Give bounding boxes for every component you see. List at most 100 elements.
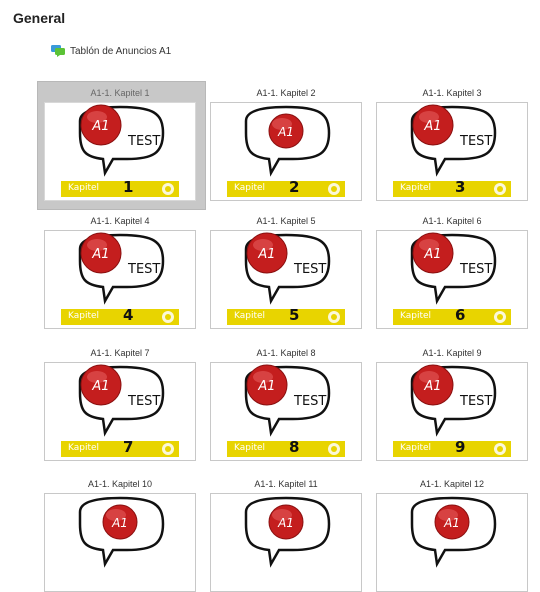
chapter-bar: Kapitel 8 (227, 438, 345, 457)
chapter-label: A1-1. Kapitel 7 (90, 348, 150, 358)
test-text: TEST (127, 262, 160, 277)
forum-label: Tablón de Anuncios A1 (70, 45, 172, 57)
badge-text: A1 (277, 516, 294, 530)
bar-text: Kapitel (400, 311, 432, 321)
chapter-number: 9 (455, 438, 466, 456)
badge-text: A1 (91, 119, 109, 134)
bar-text: Kapitel (234, 443, 266, 453)
forum-link[interactable]: Tablón de Anuncios A1 (51, 45, 171, 57)
speech-bubble-icon: A1 TEST (244, 364, 331, 437)
test-text: TEST (293, 262, 326, 277)
speech-bubble-icon: A1 TEST (78, 104, 165, 177)
badge-text: A1 (91, 379, 109, 394)
chapter-bar: Kapitel 2 (227, 178, 345, 197)
speech-bubble-icon: A1 (244, 496, 331, 568)
test-text: TEST (293, 394, 326, 409)
chapter-label: A1-1. Kapitel 9 (422, 348, 482, 358)
bar-button-icon (494, 183, 506, 195)
badge-text: A1 (423, 379, 441, 394)
badge-text: A1 (257, 379, 275, 394)
chapter-tile[interactable]: A1-1. Kapitel 4 A1 TEST Kapitel 4 (44, 215, 196, 329)
speech-bubble-icon: A1 TEST (410, 364, 497, 437)
badge-text: A1 (423, 247, 441, 262)
chapter-tile[interactable]: A1-1. Kapitel 7 A1 TEST Kapitel 7 (44, 347, 196, 461)
chapter-number: 5 (289, 306, 300, 324)
chapter-thumbnail[interactable]: A1 TEST Kapitel 6 (376, 230, 528, 329)
forum-icon (51, 45, 65, 57)
chapter-label: A1-1. Kapitel 4 (90, 216, 150, 226)
chapter-label: A1-1. Kapitel 12 (419, 479, 485, 489)
chapter-label: A1-1. Kapitel 8 (256, 348, 316, 358)
bar-button-icon (494, 443, 506, 455)
chapter-thumbnail[interactable]: A1 (376, 493, 528, 592)
test-text: TEST (459, 262, 492, 277)
chapter-label: A1-1. Kapitel 3 (422, 88, 482, 98)
badge-text: A1 (91, 247, 109, 262)
chapter-tile[interactable]: A1-1. Kapitel 5 A1 TEST Kapitel 5 (210, 215, 362, 329)
chapter-bar: Kapitel 9 (393, 438, 511, 457)
bar-button-icon (328, 443, 340, 455)
chapter-tile[interactable]: A1-1. Kapitel 1 A1 TEST Kapitel 1 (37, 81, 206, 210)
chapter-label: A1-1. Kapitel 1 (90, 88, 150, 98)
chapter-thumbnail[interactable]: A1 (210, 493, 362, 592)
chapter-tile[interactable]: A1-1. Kapitel 11 A1 (210, 478, 362, 592)
bar-text: Kapitel (400, 183, 432, 193)
chapter-tile[interactable]: A1-1. Kapitel 12 A1 (376, 478, 528, 592)
speech-bubble-icon: A1 (78, 496, 165, 568)
chapter-bar: Kapitel 4 (61, 306, 179, 325)
badge-text: A1 (111, 516, 128, 530)
chapter-number: 2 (289, 178, 300, 196)
badge-text: A1 (443, 516, 460, 530)
badge-text: A1 (257, 247, 275, 262)
chapter-tile[interactable]: A1-1. Kapitel 8 A1 TEST Kapitel 8 (210, 347, 362, 461)
chapter-label: A1-1. Kapitel 11 (254, 479, 318, 489)
chapter-thumbnail[interactable]: A1 TEST Kapitel 3 (376, 102, 528, 201)
bar-text: Kapitel (234, 311, 266, 321)
chapter-bar: Kapitel 7 (61, 438, 179, 457)
speech-bubble-icon: A1 TEST (410, 104, 497, 177)
chapter-thumbnail[interactable]: A1 TEST Kapitel 7 (44, 362, 196, 461)
bar-text: Kapitel (68, 311, 100, 321)
badge-text: A1 (277, 125, 294, 139)
badge-text: A1 (423, 119, 441, 134)
chapter-label: A1-1. Kapitel 2 (256, 88, 316, 98)
test-text: TEST (127, 394, 160, 409)
bar-button-icon (328, 311, 340, 323)
chapter-bar: Kapitel 3 (393, 178, 511, 197)
chapter-tile[interactable]: A1-1. Kapitel 3 A1 TEST Kapitel 3 (376, 87, 528, 201)
chapter-number: 6 (455, 306, 466, 324)
chapter-bar: Kapitel 1 (61, 178, 179, 197)
bar-text: Kapitel (234, 183, 266, 193)
speech-bubble-icon: A1 TEST (78, 364, 165, 437)
chapter-thumbnail[interactable]: A1 TEST Kapitel 9 (376, 362, 528, 461)
chapter-bar: Kapitel 5 (227, 306, 345, 325)
test-text: TEST (459, 134, 492, 149)
test-text: TEST (127, 134, 160, 149)
bar-button-icon (162, 183, 174, 195)
bar-text: Kapitel (68, 443, 100, 453)
chapter-tile[interactable]: A1-1. Kapitel 2 A1 Kapitel 2 (210, 87, 362, 201)
chapter-tile[interactable]: A1-1. Kapitel 6 A1 TEST Kapitel 6 (376, 215, 528, 329)
chapter-thumbnail[interactable]: A1 Kapitel 2 (210, 102, 362, 201)
test-text: TEST (459, 394, 492, 409)
chapter-thumbnail[interactable]: A1 TEST Kapitel 5 (210, 230, 362, 329)
chapter-thumbnail[interactable]: A1 TEST Kapitel 8 (210, 362, 362, 461)
speech-bubble-icon: A1 (244, 105, 331, 177)
chapter-thumbnail[interactable]: A1 TEST Kapitel 4 (44, 230, 196, 329)
chapter-bar: Kapitel 6 (393, 306, 511, 325)
chapter-label: A1-1. Kapitel 6 (422, 216, 482, 226)
chapter-tile[interactable]: A1-1. Kapitel 10 A1 (44, 478, 196, 592)
speech-bubble-icon: A1 TEST (410, 232, 497, 305)
chapter-thumbnail[interactable]: A1 TEST Kapitel 1 (44, 102, 196, 201)
chapter-label: A1-1. Kapitel 10 (87, 479, 153, 489)
chapter-thumbnail[interactable]: A1 (44, 493, 196, 592)
chapter-number: 7 (123, 438, 134, 456)
speech-bubble-icon: A1 TEST (78, 232, 165, 305)
bar-button-icon (328, 183, 340, 195)
chapter-tile[interactable]: A1-1. Kapitel 9 A1 TEST Kapitel 9 (376, 347, 528, 461)
section-title: General (13, 10, 66, 26)
speech-bubble-icon: A1 TEST (244, 232, 331, 305)
speech-bubble-icon: A1 (410, 496, 497, 568)
chapter-number: 8 (289, 438, 300, 456)
chapter-number: 1 (123, 178, 134, 196)
